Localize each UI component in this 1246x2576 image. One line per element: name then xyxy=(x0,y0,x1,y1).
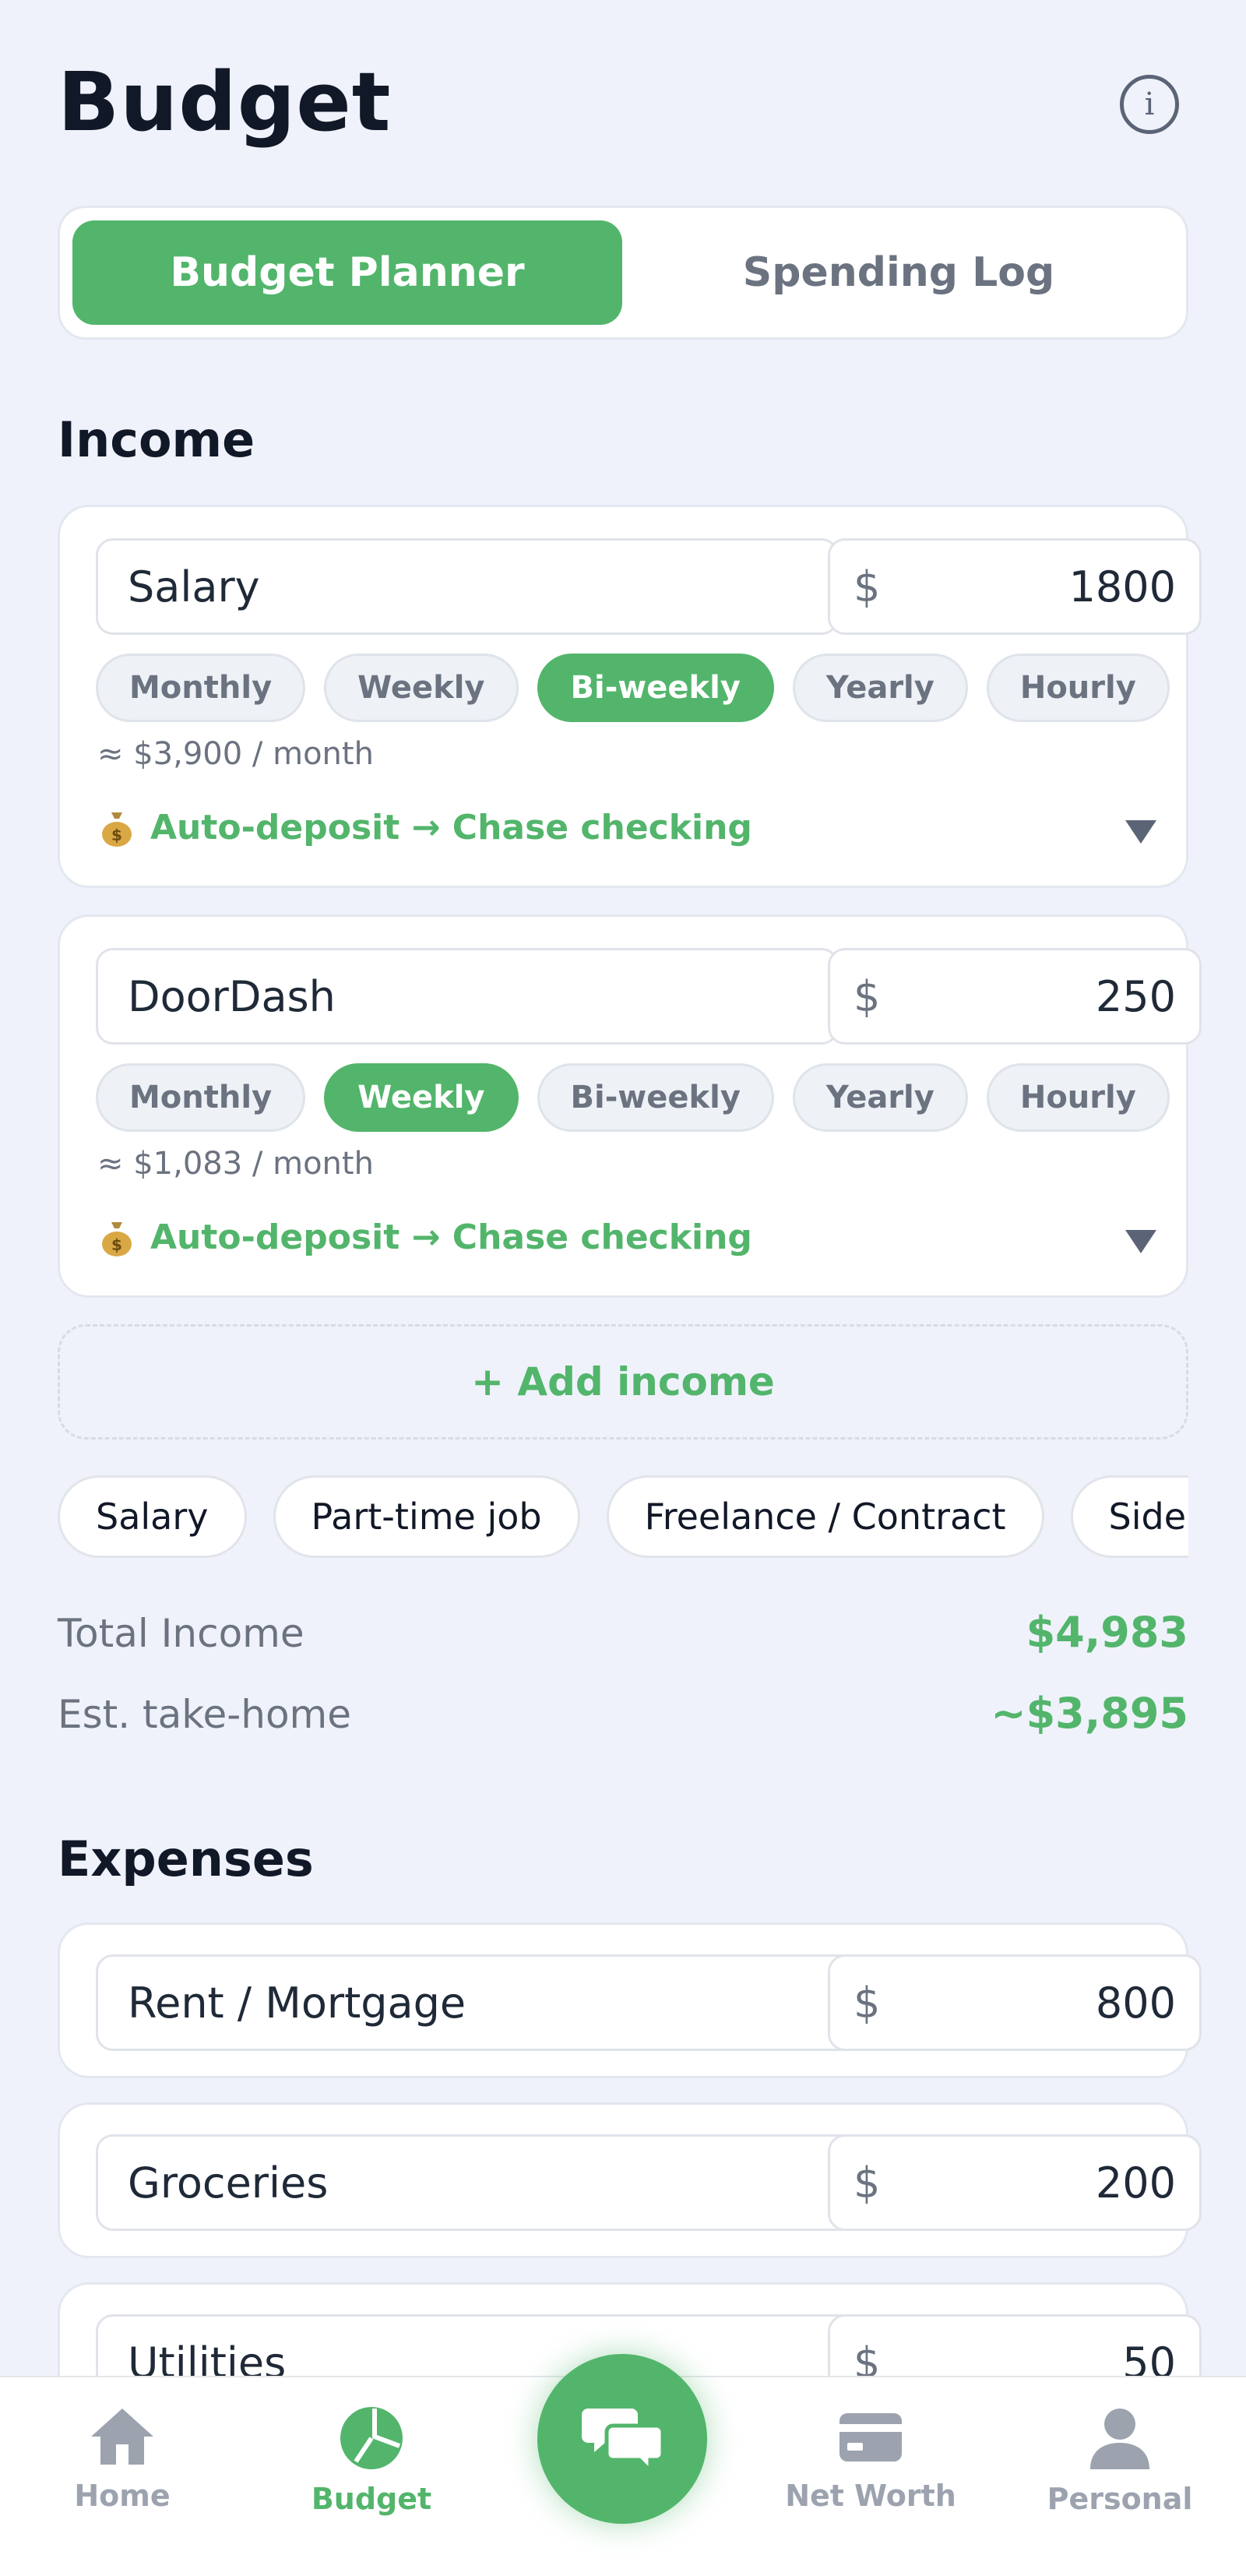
currency-symbol: $ xyxy=(854,2158,881,2208)
person-icon xyxy=(1090,2409,1149,2469)
nav-net-worth[interactable]: Net Worth xyxy=(785,2405,956,2513)
income-suggestions: Salary Part-time job Freelance / Contrac… xyxy=(58,1475,1188,1561)
monthly-estimate: ≈ $1,083 / month xyxy=(97,1146,374,1182)
income-name-value: DoorDash xyxy=(128,971,336,1021)
expense-amount-input[interactable]: $ 200 xyxy=(828,2134,1202,2231)
expenses-heading: Expenses xyxy=(58,1831,314,1887)
deposit-row[interactable]: $ Auto-deposit → Chase checking xyxy=(100,808,752,848)
income-amount-value: 1800 xyxy=(1068,562,1176,611)
suggestion-chip[interactable]: Freelance / Contract xyxy=(606,1475,1044,1558)
income-name-input[interactable]: DoorDash xyxy=(96,948,839,1045)
money-bag-icon: $ xyxy=(102,1221,132,1256)
frequency-selector: Monthly Weekly Bi-weekly Yearly Hourly xyxy=(96,1063,1170,1132)
freq-weekly[interactable]: Weekly xyxy=(324,1063,519,1132)
tab-switcher: Budget Planner Spending Log xyxy=(58,206,1188,340)
freq-yearly[interactable]: Yearly xyxy=(792,1063,968,1132)
income-name-input[interactable]: Salary xyxy=(96,538,839,635)
svg-text:$: $ xyxy=(111,1235,122,1254)
expense-name-input[interactable]: Groceries xyxy=(96,2134,862,2231)
freq-hourly[interactable]: Hourly xyxy=(986,654,1170,722)
freq-weekly[interactable]: Weekly xyxy=(324,654,519,722)
money-bag-icon: $ xyxy=(102,812,132,847)
currency-symbol: $ xyxy=(854,1978,881,2028)
add-income-button[interactable]: + Add income xyxy=(58,1324,1188,1440)
page-title: Budget xyxy=(58,55,392,150)
expense-amount-value: 200 xyxy=(1095,2158,1176,2208)
takehome-label: Est. take-home xyxy=(58,1692,352,1737)
nav-budget[interactable]: Budget xyxy=(286,2405,457,2516)
nav-personal-label: Personal xyxy=(1047,2482,1193,2516)
nav-home-label: Home xyxy=(74,2479,171,2513)
chat-bubbles-icon xyxy=(582,2409,663,2476)
freq-hourly[interactable]: Hourly xyxy=(986,1063,1170,1132)
tab-spending-log[interactable]: Spending Log xyxy=(624,220,1174,325)
pie-chart-icon xyxy=(340,2407,403,2469)
chevron-down-icon[interactable] xyxy=(1125,820,1156,844)
expense-card-rent: Rent / Mortgage $ 800 xyxy=(58,1922,1202,2078)
expense-amount-value: 800 xyxy=(1095,1978,1176,2028)
nav-home[interactable]: Home xyxy=(37,2405,208,2513)
suggestion-chip[interactable]: Side hustle xyxy=(1070,1475,1188,1558)
expense-name-input[interactable]: Rent / Mortgage xyxy=(96,1954,862,2051)
income-amount-input[interactable]: $ 1800 xyxy=(828,538,1202,635)
income-card-doordash: DoorDash $ 250 Monthly Weekly Bi-weekly … xyxy=(58,914,1202,1298)
info-icon[interactable]: i xyxy=(1120,75,1179,134)
suggestion-chip[interactable]: Part-time job xyxy=(273,1475,580,1558)
income-heading: Income xyxy=(58,411,255,468)
expense-name-value: Rent / Mortgage xyxy=(128,1978,466,2028)
total-income-label: Total Income xyxy=(58,1611,304,1656)
expense-amount-input[interactable]: $ 800 xyxy=(828,1954,1202,2051)
freq-monthly[interactable]: Monthly xyxy=(96,654,306,722)
tab-budget-planner[interactable]: Budget Planner xyxy=(72,220,622,325)
expense-name-value: Groceries xyxy=(128,2158,329,2208)
nav-personal[interactable]: Personal xyxy=(1034,2405,1206,2516)
wallet-card-icon xyxy=(839,2413,902,2461)
takehome-value: ~$3,895 xyxy=(991,1689,1188,1738)
freq-yearly[interactable]: Yearly xyxy=(792,654,968,722)
freq-monthly[interactable]: Monthly xyxy=(96,1063,306,1132)
suggestion-chip[interactable]: Salary xyxy=(58,1475,247,1558)
deposit-label: Auto-deposit → Chase checking xyxy=(150,808,752,848)
currency-symbol: $ xyxy=(854,562,881,611)
income-card-salary: Salary $ 1800 Monthly Weekly Bi-weekly Y… xyxy=(58,505,1202,888)
chevron-down-icon[interactable] xyxy=(1125,1230,1156,1253)
monthly-estimate: ≈ $3,900 / month xyxy=(97,736,374,772)
total-income-value: $4,983 xyxy=(1026,1608,1188,1657)
home-icon xyxy=(91,2409,153,2465)
expense-card-groceries: Groceries $ 200 xyxy=(58,2102,1202,2258)
chat-fab-button[interactable] xyxy=(537,2354,707,2524)
freq-bi-weekly[interactable]: Bi-weekly xyxy=(537,654,774,722)
deposit-label: Auto-deposit → Chase checking xyxy=(150,1218,752,1257)
income-name-value: Salary xyxy=(128,562,260,611)
currency-symbol: $ xyxy=(854,971,881,1021)
nav-budget-label: Budget xyxy=(311,2482,432,2516)
freq-bi-weekly[interactable]: Bi-weekly xyxy=(537,1063,774,1132)
frequency-selector: Monthly Weekly Bi-weekly Yearly Hourly xyxy=(96,654,1170,722)
income-amount-value: 250 xyxy=(1095,971,1176,1021)
income-amount-input[interactable]: $ 250 xyxy=(828,948,1202,1045)
nav-net-worth-label: Net Worth xyxy=(785,2479,956,2513)
svg-text:$: $ xyxy=(111,826,122,844)
deposit-row[interactable]: $ Auto-deposit → Chase checking xyxy=(100,1218,752,1257)
